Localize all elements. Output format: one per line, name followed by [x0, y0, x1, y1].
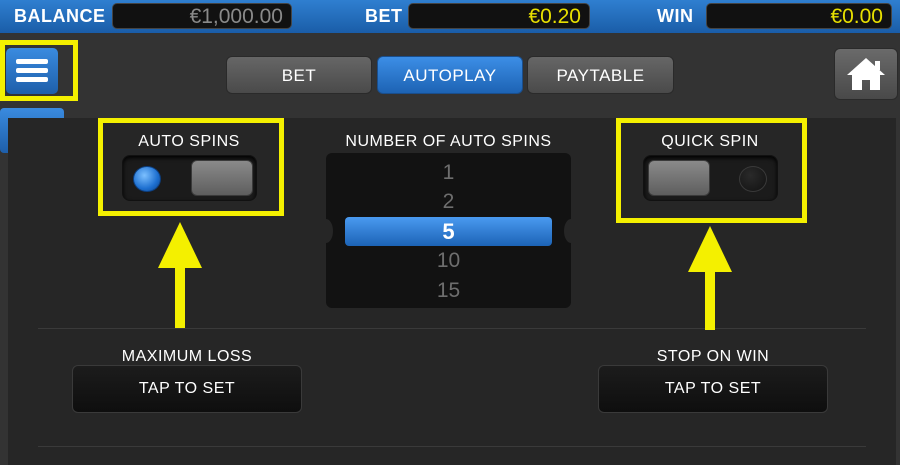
picker-option[interactable]: 1: [326, 161, 571, 185]
win-label: WIN: [657, 6, 694, 26]
bet-value: €0.20: [408, 3, 590, 29]
home-button[interactable]: [834, 48, 898, 100]
stop-on-win-label: STOP ON WIN: [656, 348, 770, 365]
auto-spins-highlight-annotation: [98, 118, 284, 216]
tab-autoplay[interactable]: AUTOPLAY: [377, 56, 523, 94]
divider: [38, 328, 866, 329]
home-icon: [847, 58, 885, 90]
tab-paytable[interactable]: PAYTABLE: [527, 56, 674, 94]
arrow-up-icon: [688, 226, 732, 272]
win-value: €0.00: [706, 3, 892, 29]
menu-highlight-annotation: [0, 40, 78, 101]
divider: [38, 446, 866, 447]
maximum-loss-button[interactable]: TAP TO SET: [72, 365, 302, 413]
quick-spin-highlight-annotation: [616, 118, 807, 223]
tab-bet[interactable]: BET: [226, 56, 372, 94]
balance-label: BALANCE: [14, 6, 106, 26]
arrow-stem: [705, 270, 715, 330]
picker-notch: [326, 219, 333, 243]
picker-option[interactable]: 10: [326, 249, 571, 273]
arrow-stem: [175, 266, 185, 328]
bet-label: BET: [365, 6, 403, 26]
stop-on-win-button[interactable]: TAP TO SET: [598, 365, 828, 413]
picker-notch: [564, 219, 571, 243]
arrow-up-icon: [158, 222, 202, 268]
balance-value: €1,000.00: [112, 3, 292, 29]
top-status-bar: BALANCE €1,000.00 BET €0.20 WIN €0.00: [0, 0, 900, 33]
maximum-loss-label: MAXIMUM LOSS: [121, 348, 253, 365]
number-of-auto-spins-label: NUMBER OF AUTO SPINS: [345, 133, 552, 150]
picker-option[interactable]: 2: [326, 190, 571, 214]
picker-selected-option[interactable]: 5: [345, 217, 552, 246]
picker-option[interactable]: 15: [326, 279, 571, 303]
